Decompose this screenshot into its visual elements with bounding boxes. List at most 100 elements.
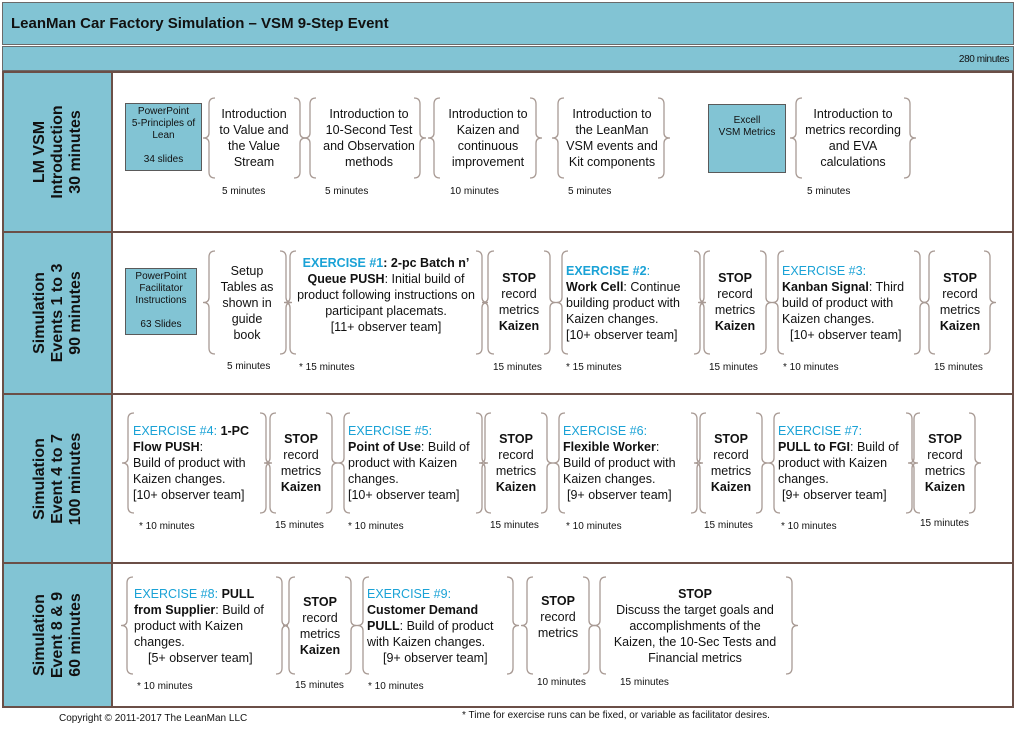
exercise-name: Flexible Worker [563,440,656,454]
step-exercise-2: EXERCISE #2: Work Cell: Continue buildin… [566,263,696,343]
excel-vsm-metrics-resource[interactable]: Excell VSM Metrics [708,104,786,173]
stop-line: record [540,610,576,624]
resource-line: 34 slides [143,154,184,165]
stop-line: record [713,448,749,462]
step-line: guide [231,312,263,326]
step-intro-kaizen: Introduction to Kaizen and continuous im… [438,106,538,170]
duration: 10 minutes [450,186,499,197]
stop-line: Financial metrics [648,651,742,665]
duration: * 10 minutes [348,521,404,532]
duration: 15 minutes [295,680,344,691]
stop-line: record [302,611,338,625]
step-exercise-8: EXERCISE #8: PULL from Supplier: Build o… [134,586,274,666]
step-line: and Observation [323,139,415,153]
step-exercise-7: EXERCISE #7: PULL to FGI: Build of produ… [778,423,908,503]
stop-label: STOP [943,271,977,285]
duration: 5 minutes [325,186,369,197]
exercise-label: EXERCISE #9 [367,587,448,601]
step-line: Setup [230,264,264,278]
step-line: and EVA [828,139,878,153]
kaizen-label: Kaizen [714,319,756,333]
kaizen-label: Kaizen [710,480,752,494]
exercise-label: EXERCISE #4 [133,424,214,438]
stop-line: metrics [280,464,322,478]
stop-line: metrics [495,464,537,478]
duration: 15 minutes [934,362,983,373]
exercise-label: EXERCISE #8 [134,587,215,601]
duration: 15 minutes [920,518,969,529]
stop-line: Kaizen, the 10-Sec Tests and [613,635,777,649]
exercise-team: [9+ observer team] [782,488,887,502]
kaizen-label: Kaizen [280,480,322,494]
stop-line: record [927,448,963,462]
step-line: metrics recording [805,123,901,137]
exercise-label: EXERCISE #3 [782,264,863,278]
duration: 15 minutes [490,520,539,531]
exercise-team: [9+ observer team] [567,488,672,502]
step-line: book [233,328,261,342]
kaizen-label: Kaizen [498,319,540,333]
copyright: Copyright © 2011-2017 The LeanMan LLC [59,713,248,724]
stop-record-metrics: STOP record metrics [531,593,585,641]
duration: 5 minutes [222,186,266,197]
resource-line: PowerPoint [137,106,190,117]
duration: * 10 minutes [566,521,622,532]
resource-line: Facilitator [139,283,183,294]
duration: * 15 minutes [299,362,355,373]
step-intro-metrics-eva: Introduction to metrics recording and EV… [798,106,908,170]
stop-line: metrics [710,464,752,478]
close-brace [506,576,520,675]
footnote: * Time for exercise runs can be fixed, o… [462,710,770,721]
step-line: 10-Second Test [325,123,413,137]
stop-record-metrics: STOP record metrics Kaizen [933,270,987,334]
kaizen-label: Kaizen [495,480,537,494]
exercise-label: EXERCISE #6 [563,424,644,438]
exercise-name: Kanban Signal [782,280,869,294]
duration: * 10 minutes [783,362,839,373]
step-line: to Value and [219,123,289,137]
exercise-desc: Build of product with Kaizen changes. [133,456,246,486]
exercise-team: [11+ observer team] [330,320,442,334]
stop-line: metrics [924,464,966,478]
step-exercise-5: EXERCISE #5: Point of Use: Build of prod… [348,423,478,503]
resource-spacer [126,142,201,154]
stop-record-metrics: STOP record metrics Kaizen [489,431,543,495]
step-line: Introduction [221,107,287,121]
resource-line: PowerPoint [135,271,187,282]
stop-label: STOP [284,432,318,446]
resource-line: Lean [152,130,175,141]
stop-discuss-goals: STOP Discuss the target goals and accomp… [604,586,786,666]
step-line: continuous [457,139,519,153]
step-line: Kit components [568,155,656,169]
stop-label: STOP [499,432,533,446]
exercise-label: EXERCISE #1 [302,256,384,270]
step-setup-tables: Setup Tables as shown in guide book [212,263,282,343]
exercise-team: [5+ observer team] [148,651,253,665]
stop-line: metrics [714,303,756,317]
exercise-label: EXERCISE #7 [778,424,859,438]
duration: 5 minutes [227,361,271,372]
stop-label: STOP [502,271,536,285]
kaizen-label: Kaizen [924,480,966,494]
close-brace [785,576,799,675]
duration: * 10 minutes [137,681,193,692]
exercise-label: EXERCISE #2 [566,264,647,278]
step-line: methods [345,155,393,169]
powerpoint-facilitator-resource[interactable]: PowerPoint Facilitator Instructions 63 S… [125,268,197,335]
duration: 10 minutes [537,677,586,688]
step-line: VSM events and [566,139,658,153]
powerpoint-lean-resource[interactable]: PowerPoint 5-Principles of Lean 34 slide… [125,103,202,171]
exercise-label: EXERCISE #5 [348,424,429,438]
resource-line: Instructions [135,295,187,306]
stop-label: STOP [541,594,575,608]
exercise-name: Work Cell [566,280,624,294]
open-brace [120,576,134,675]
exercise-team: [10+ observer team] [133,488,245,502]
step-exercise-9: EXERCISE #9: Customer Demand PULL: Build… [367,586,507,666]
exercise-team: [10+ observer team] [566,328,678,342]
stop-label: STOP [678,587,712,601]
resource-line: 63 Slides [140,319,182,330]
resource-spacer [126,307,196,319]
duration: 15 minutes [493,362,542,373]
kaizen-label: Kaizen [939,319,981,333]
